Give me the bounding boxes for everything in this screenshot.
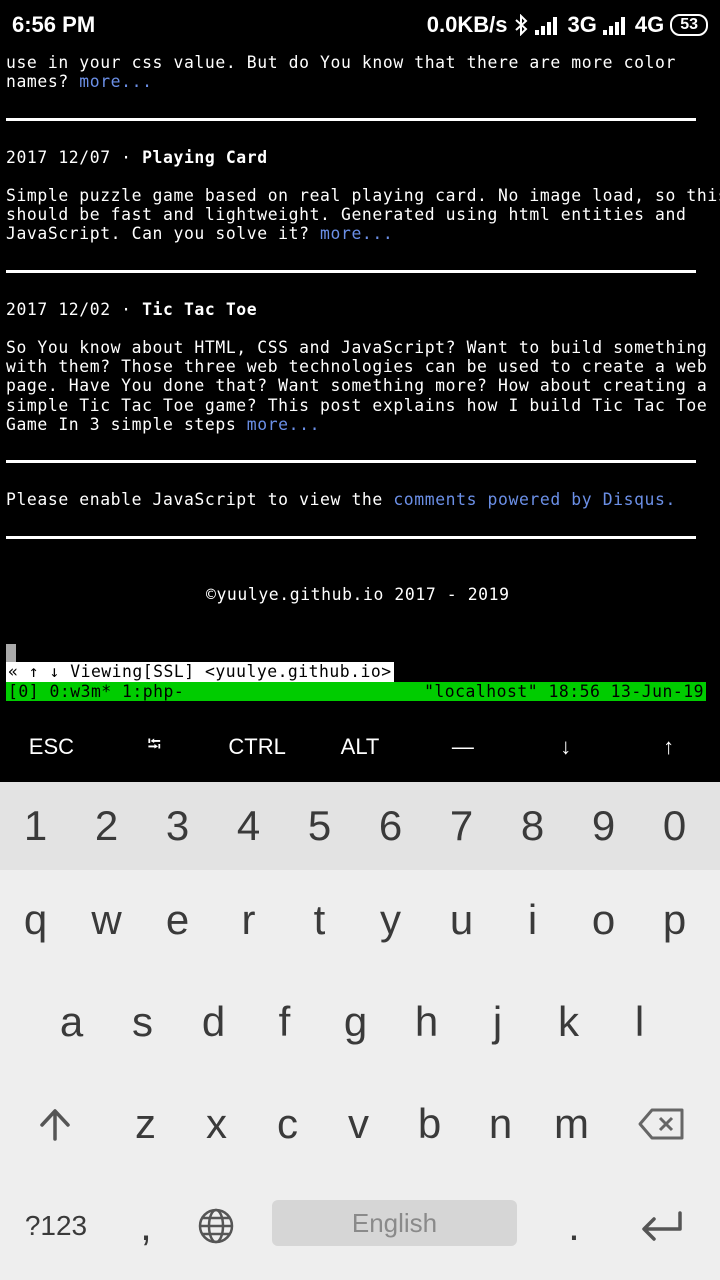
- dash-key[interactable]: —: [411, 712, 514, 782]
- number-row: 1 2 3 4 5 6 7 8 9 0: [0, 782, 720, 870]
- globe-icon: [198, 1208, 234, 1244]
- post-title[interactable]: Playing Card: [142, 148, 268, 167]
- tab-key[interactable]: ⭾: [103, 712, 206, 782]
- key-4[interactable]: 4: [213, 782, 284, 870]
- key-0[interactable]: 0: [639, 782, 710, 870]
- key-z[interactable]: z: [110, 1074, 181, 1174]
- key-i[interactable]: i: [497, 870, 568, 970]
- divider: [6, 118, 696, 121]
- key-f[interactable]: f: [249, 972, 320, 1072]
- divider: [6, 270, 696, 273]
- key-q[interactable]: q: [0, 870, 71, 970]
- key-a[interactable]: a: [36, 972, 107, 1072]
- bluetooth-icon: [513, 13, 529, 37]
- more-link[interactable]: more...: [320, 224, 393, 243]
- period-key[interactable]: .: [540, 1176, 608, 1276]
- key-m[interactable]: m: [536, 1074, 607, 1174]
- clock: 6:56 PM: [12, 12, 96, 37]
- comma-key[interactable]: ,: [112, 1176, 180, 1276]
- language-key[interactable]: [180, 1176, 252, 1276]
- key-5[interactable]: 5: [284, 782, 355, 870]
- key-v[interactable]: v: [323, 1074, 394, 1174]
- post-header: 2017 12/02 · Tic Tac Toe: [6, 300, 257, 319]
- w3m-status-line: « ↑ ↓ Viewing[SSL] <yuulye.github.io>: [6, 662, 394, 682]
- disqus-link[interactable]: comments powered by Disqus.: [393, 490, 676, 509]
- letter-row-2: a s d f g h j k l: [0, 972, 720, 1072]
- shift-key[interactable]: [0, 1074, 110, 1174]
- down-arrow-key[interactable]: ↓: [514, 712, 617, 782]
- network-speed: 0.0KB/s: [426, 12, 508, 37]
- esc-key[interactable]: ESC: [0, 712, 103, 782]
- alt-key[interactable]: ALT: [309, 712, 412, 782]
- battery-icon: 53: [670, 14, 708, 36]
- symbols-key[interactable]: ?123: [0, 1176, 112, 1276]
- status-icons: 0.0KB/s 3G 4G 53: [427, 12, 708, 38]
- key-c[interactable]: c: [252, 1074, 323, 1174]
- network-type-2: 4G: [634, 12, 665, 37]
- key-t[interactable]: t: [284, 870, 355, 970]
- more-link[interactable]: more...: [247, 415, 320, 434]
- key-8[interactable]: 8: [497, 782, 568, 870]
- tmux-status-bar: [0] 0:w3m* 1:php- "localhost" 18:56 13-J…: [6, 682, 706, 701]
- post-header: 2017 12/07 · Playing Card: [6, 148, 268, 167]
- key-k[interactable]: k: [533, 972, 604, 1072]
- key-x[interactable]: x: [181, 1074, 252, 1174]
- signal-icon-2: [602, 15, 629, 35]
- divider: [6, 536, 696, 539]
- backspace-key[interactable]: [607, 1074, 717, 1174]
- ctrl-key[interactable]: CTRL: [206, 712, 309, 782]
- enter-key[interactable]: [612, 1176, 712, 1276]
- key-6[interactable]: 6: [355, 782, 426, 870]
- key-p[interactable]: p: [639, 870, 710, 970]
- tmux-windows: [0] 0:w3m* 1:php-: [8, 682, 185, 701]
- key-l[interactable]: l: [604, 972, 675, 1072]
- space-bar[interactable]: English: [272, 1200, 517, 1246]
- terminal-cursor: [6, 644, 16, 663]
- tmux-host-time: "localhost" 18:56 13-Jun-19: [424, 682, 704, 701]
- post-date: 2017 12/07 ·: [6, 148, 143, 167]
- key-7[interactable]: 7: [426, 782, 497, 870]
- shift-icon: [40, 1109, 70, 1141]
- post-title[interactable]: Tic Tac Toe: [142, 300, 257, 319]
- post-body: So You know about HTML, CSS and JavaScri…: [6, 338, 708, 434]
- key-2[interactable]: 2: [71, 782, 142, 870]
- key-9[interactable]: 9: [568, 782, 639, 870]
- key-d[interactable]: d: [178, 972, 249, 1072]
- text-block: use in your css value. But do You know t…: [6, 53, 676, 91]
- up-arrow-key[interactable]: ↑: [617, 712, 720, 782]
- key-n[interactable]: n: [465, 1074, 536, 1174]
- key-1[interactable]: 1: [0, 782, 71, 870]
- soft-keyboard: 1 2 3 4 5 6 7 8 9 0 q w e r t y u i o p …: [0, 782, 720, 1280]
- enter-icon: [642, 1211, 682, 1241]
- key-j[interactable]: j: [462, 972, 533, 1072]
- network-type-1: 3G: [567, 12, 597, 37]
- key-e[interactable]: e: [142, 870, 213, 970]
- disqus-notice: Please enable JavaScript to view the com…: [6, 490, 676, 509]
- extra-keys-row: ESC ⭾ CTRL ALT — ↓ ↑: [0, 712, 720, 782]
- post-date: 2017 12/02 ·: [6, 300, 143, 319]
- status-bar: 6:56 PM 0.0KB/s 3G 4G 53: [0, 0, 720, 50]
- divider: [6, 460, 696, 463]
- letter-row-1: q w e r t y u i o p: [0, 870, 720, 970]
- key-g[interactable]: g: [320, 972, 391, 1072]
- key-w[interactable]: w: [71, 870, 142, 970]
- key-y[interactable]: y: [355, 870, 426, 970]
- key-h[interactable]: h: [391, 972, 462, 1072]
- key-3[interactable]: 3: [142, 782, 213, 870]
- key-u[interactable]: u: [426, 870, 497, 970]
- key-b[interactable]: b: [394, 1074, 465, 1174]
- signal-icon-1: [535, 15, 561, 35]
- key-o[interactable]: o: [568, 870, 639, 970]
- backspace-icon: [638, 1108, 684, 1140]
- footer-copyright: ©yuulye.github.io 2017 - 2019: [206, 585, 510, 604]
- more-link[interactable]: more...: [79, 72, 152, 91]
- key-r[interactable]: r: [213, 870, 284, 970]
- post-body: Simple puzzle game based on real playing…: [6, 186, 720, 244]
- key-s[interactable]: s: [107, 972, 178, 1072]
- letter-row-3: z x c v b n m: [0, 1074, 720, 1174]
